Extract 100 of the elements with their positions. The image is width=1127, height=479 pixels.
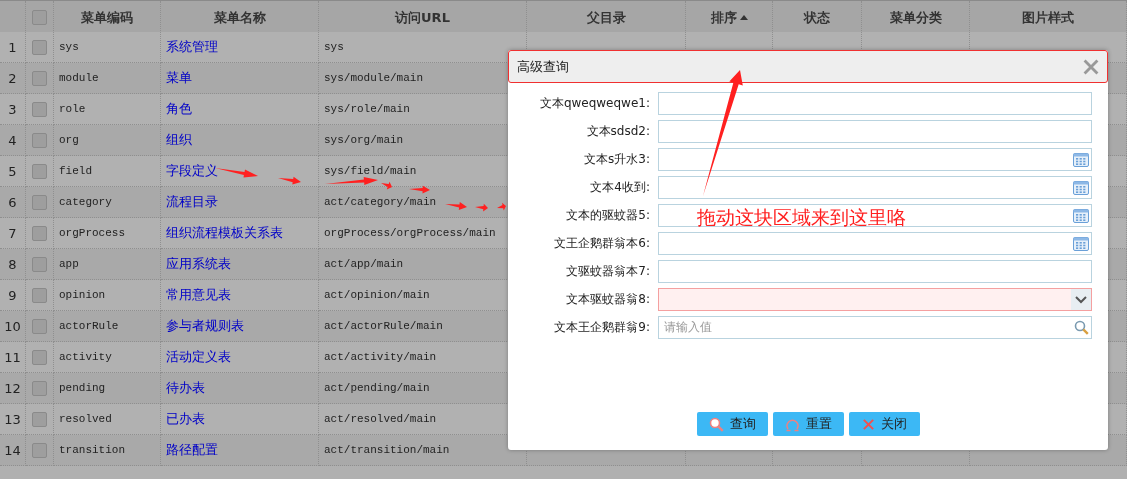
menu-name-link[interactable]: 角色 <box>166 100 192 118</box>
annotation-text: 拖动这块区域来到这里咯 <box>697 205 906 230</box>
calendar-icon[interactable] <box>1073 180 1089 195</box>
table-cell: resolved <box>54 404 161 435</box>
calendar-icon[interactable] <box>1073 208 1089 223</box>
search-button[interactable]: 查询 <box>696 412 768 436</box>
menu-name-link[interactable]: 组织流程模板关系表 <box>166 224 283 242</box>
menu-name-link[interactable]: 常用意见表 <box>166 286 231 304</box>
checkbox[interactable] <box>32 163 47 179</box>
close-button[interactable]: 关闭 <box>848 412 920 436</box>
menu-name-link[interactable]: 已办表 <box>166 410 205 428</box>
menu-name-link[interactable]: 待办表 <box>166 379 205 397</box>
checkbox[interactable] <box>32 225 47 241</box>
table-cell: field <box>54 156 161 187</box>
checkbox[interactable] <box>32 101 47 117</box>
column-header[interactable]: 菜单名称 <box>161 1 319 35</box>
column-header[interactable]: 菜单编码 <box>54 1 161 35</box>
annotation-arrow <box>475 203 488 212</box>
field-label: 文王企鹅群翁本6: <box>553 235 651 252</box>
table-cell: act/transition/main <box>319 435 527 466</box>
checkbox[interactable] <box>32 10 47 25</box>
row-number: 2 <box>0 63 26 94</box>
checkbox[interactable] <box>32 70 47 86</box>
input-field[interactable] <box>658 260 1092 283</box>
annotation-arrow <box>381 181 392 190</box>
input-field[interactable] <box>658 232 1092 255</box>
field-label: 文本4收到: <box>589 179 651 196</box>
field-label: 文本驱蚊器翁8: <box>565 291 651 308</box>
table-cell: transition <box>54 435 161 466</box>
column-header[interactable]: 访问URL <box>319 1 527 35</box>
row-number: 9 <box>0 280 26 311</box>
checkbox[interactable] <box>32 380 47 396</box>
checkbox[interactable] <box>32 411 47 427</box>
column-header[interactable]: 菜单分类 <box>862 1 970 35</box>
checkbox[interactable] <box>32 349 47 365</box>
cross-icon <box>861 417 875 431</box>
row-number: 1 <box>0 32 26 63</box>
checkbox[interactable] <box>32 132 47 148</box>
row-number: 7 <box>0 218 26 249</box>
checkbox[interactable] <box>32 318 47 334</box>
search-icon[interactable] <box>708 416 724 432</box>
row-number: 5 <box>0 156 26 187</box>
input-field[interactable] <box>658 120 1092 143</box>
menu-name-link[interactable]: 系统管理 <box>166 38 218 56</box>
close-icon <box>1082 57 1100 76</box>
calendar-icon[interactable] <box>1073 236 1089 251</box>
input-field[interactable]: 请输入值 <box>658 316 1092 339</box>
menu-name-link[interactable]: 活动定义表 <box>166 348 231 366</box>
field-label: 文驱蚊器翁本7: <box>565 263 651 280</box>
menu-name-link[interactable]: 应用系统表 <box>166 255 231 273</box>
dialog-header[interactable]: 高级查询 <box>508 50 1108 83</box>
input-field[interactable] <box>658 92 1092 115</box>
input-field[interactable] <box>658 204 1092 227</box>
table-cell: actorRule <box>54 311 161 342</box>
table-cell: orgProcess <box>54 218 161 249</box>
checkbox[interactable] <box>32 442 47 458</box>
column-header[interactable]: 状态 <box>773 1 862 35</box>
checkbox[interactable] <box>32 287 47 303</box>
field-label: 文本sdsd2: <box>585 123 651 140</box>
menu-name-link[interactable]: 菜单 <box>166 69 192 87</box>
menu-name-link[interactable]: 流程目录 <box>166 193 218 211</box>
column-header[interactable]: 图片样式 <box>970 1 1127 35</box>
row-number: 14 <box>0 435 26 466</box>
annotation-arrow <box>445 202 467 210</box>
calendar-icon[interactable] <box>1073 152 1089 167</box>
table-cell: app <box>54 249 161 280</box>
menu-name-link[interactable]: 组织 <box>166 131 192 149</box>
menu-name-link[interactable]: 字段定义 <box>166 162 218 180</box>
select-field[interactable] <box>658 288 1092 311</box>
row-number: 3 <box>0 94 26 125</box>
chevron-down-icon[interactable] <box>1075 295 1087 304</box>
table-cell: category <box>54 187 161 218</box>
menu-name-link[interactable]: 参与者规则表 <box>166 317 244 335</box>
table-cell: opinion <box>54 280 161 311</box>
input-field[interactable] <box>658 148 1092 171</box>
search-icon[interactable] <box>1073 320 1089 335</box>
input-field[interactable] <box>658 176 1092 199</box>
menu-name-link[interactable]: 路径配置 <box>166 441 218 459</box>
table-cell: org <box>54 125 161 156</box>
row-number: 12 <box>0 373 26 404</box>
checkbox[interactable] <box>32 194 47 210</box>
table-cell: role <box>54 94 161 125</box>
field-label: 文本s升水3: <box>583 151 651 168</box>
annotation-arrow <box>278 176 301 185</box>
column-header[interactable]: 父目录 <box>527 1 686 35</box>
reset-button[interactable]: 重置 <box>772 412 844 436</box>
table-cell: module <box>54 63 161 94</box>
table-cell: activity <box>54 342 161 373</box>
row-number: 11 <box>0 342 26 373</box>
annotation-arrow <box>409 185 430 194</box>
column-header[interactable]: 排序 <box>686 1 773 35</box>
row-number: 6 <box>0 187 26 218</box>
field-label: 文本qweqweqwe1: <box>538 95 651 112</box>
row-number: 10 <box>0 311 26 342</box>
table-cell: sys <box>54 32 161 63</box>
field-label: 文本王企鹅群翁9: <box>553 319 651 336</box>
checkbox[interactable] <box>32 39 47 55</box>
row-number: 13 <box>0 404 26 435</box>
table-cell: pending <box>54 373 161 404</box>
checkbox[interactable] <box>32 256 47 272</box>
